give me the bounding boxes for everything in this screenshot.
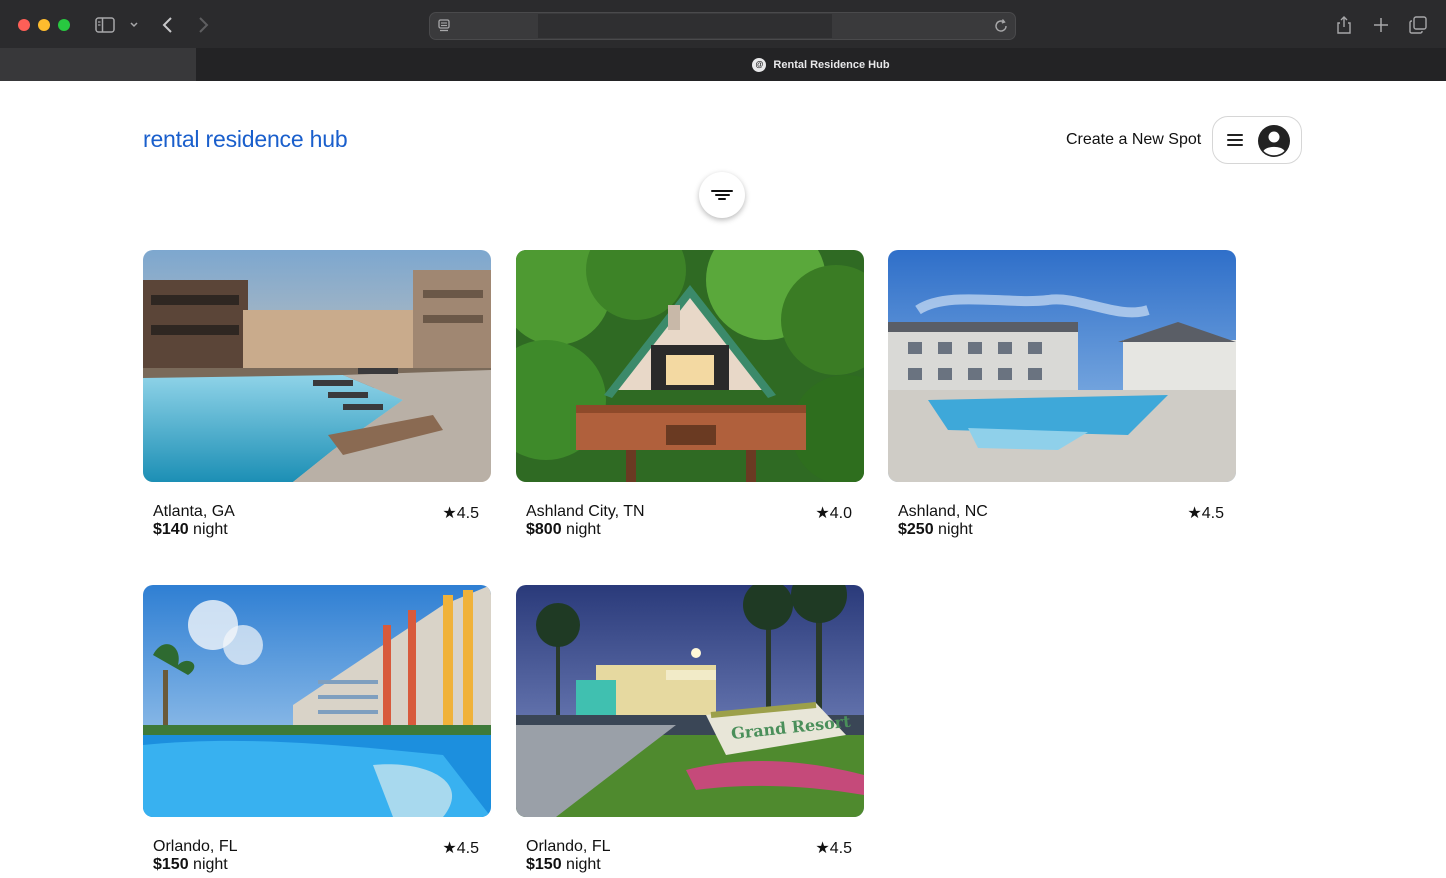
user-avatar-icon <box>1258 125 1290 157</box>
listing-price: $150 night <box>153 856 228 874</box>
favicon-icon: @ <box>752 57 767 72</box>
sidebar-toggle-icon[interactable] <box>94 14 116 36</box>
listing-price: $800 night <box>526 521 601 539</box>
listing-card[interactable]: Grand Resort Orlando, FL ★4.5 $150 night <box>516 585 864 878</box>
listing-price-unit: night <box>188 856 228 873</box>
listing-price: $140 night <box>153 521 228 539</box>
listing-card[interactable]: Ashland, NC ★4.5 $250 night <box>888 250 1236 550</box>
listing-price-unit: night <box>188 521 228 538</box>
url-text-redacted <box>538 14 832 38</box>
tab-active[interactable]: @ Rental Residence Hub <box>196 48 1446 81</box>
listing-card[interactable]: Atlanta, GA ★4.5 $140 night <box>143 250 491 550</box>
tab-bar: @ Rental Residence Hub <box>0 48 1446 81</box>
close-window-button[interactable] <box>18 19 30 31</box>
new-tab-icon[interactable] <box>1370 14 1392 36</box>
listing-price-amount: $140 <box>153 521 189 538</box>
listing-price-amount: $150 <box>526 856 562 873</box>
chevron-down-icon[interactable] <box>127 14 141 36</box>
browser-toolbar <box>0 0 1446 48</box>
listing-image[interactable] <box>143 250 491 482</box>
listing-location: Ashland City, TN <box>526 503 645 520</box>
listing-image[interactable]: Grand Resort <box>516 585 864 817</box>
listing-image[interactable] <box>516 250 864 482</box>
listing-price-amount: $800 <box>526 521 562 538</box>
listing-price-amount: $250 <box>898 521 934 538</box>
listing-location: Orlando, FL <box>526 838 611 855</box>
listing-price: $150 night <box>526 856 601 874</box>
listing-price-unit: night <box>561 521 601 538</box>
forward-arrow-icon[interactable] <box>193 14 213 36</box>
listing-rating: ★4.5 <box>442 840 479 857</box>
listing-rating: ★4.0 <box>815 505 852 522</box>
tab-overview-icon[interactable] <box>1407 14 1429 36</box>
listing-price: $250 night <box>898 521 973 539</box>
listing-location: Atlanta, GA <box>153 503 235 520</box>
listing-card[interactable]: Orlando, FL ★4.5 $150 night <box>143 585 491 878</box>
maximize-window-button[interactable] <box>58 19 70 31</box>
site-logo[interactable]: rental residence hub <box>143 126 348 153</box>
filter-icon <box>711 188 733 202</box>
listing-location: Ashland, NC <box>898 503 988 520</box>
listing-card[interactable]: Ashland City, TN ★4.0 $800 night <box>516 250 864 550</box>
listing-image[interactable] <box>143 585 491 817</box>
listing-rating: ★4.5 <box>442 505 479 522</box>
listing-rating: ★4.5 <box>1187 505 1224 522</box>
listing-price-unit: night <box>561 856 601 873</box>
listing-location: Orlando, FL <box>153 838 238 855</box>
tab-inactive[interactable] <box>0 48 196 81</box>
listing-image[interactable] <box>888 250 1236 482</box>
address-bar[interactable] <box>429 12 1016 40</box>
browser-chrome: @ Rental Residence Hub <box>0 0 1446 81</box>
hamburger-icon <box>1227 134 1243 146</box>
tab-title: Rental Residence Hub <box>773 58 890 71</box>
back-arrow-icon[interactable] <box>158 14 178 36</box>
create-spot-link[interactable]: Create a New Spot <box>1066 131 1201 149</box>
listing-price-amount: $150 <box>153 856 189 873</box>
filter-button[interactable] <box>699 172 745 218</box>
listing-rating: ★4.5 <box>815 840 852 857</box>
share-icon[interactable] <box>1333 14 1355 36</box>
listing-price-unit: night <box>933 521 973 538</box>
page-menu-icon[interactable] <box>438 19 450 38</box>
minimize-window-button[interactable] <box>38 19 50 31</box>
profile-menu-button[interactable] <box>1212 116 1302 164</box>
reload-icon[interactable] <box>993 18 1009 39</box>
page-content: rental residence hub Create a New Spot A… <box>0 81 1446 878</box>
